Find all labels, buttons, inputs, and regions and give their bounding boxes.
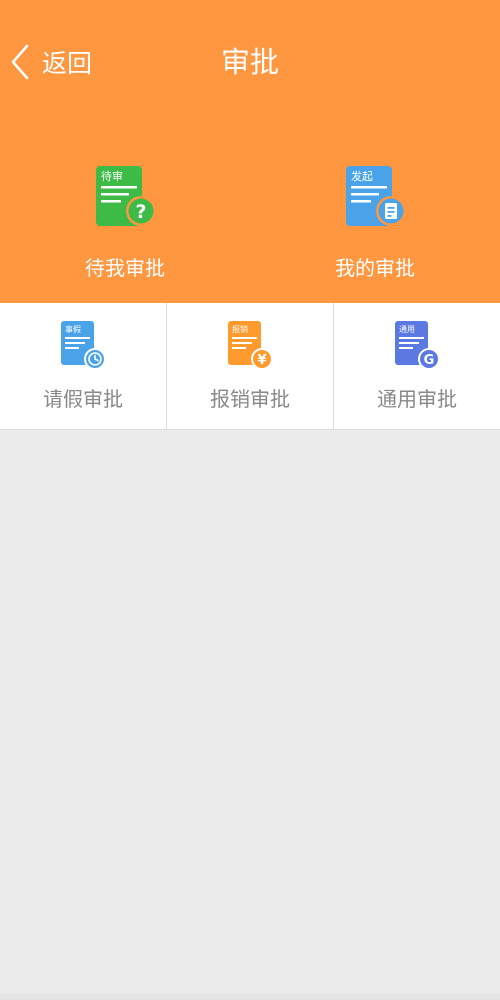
primary-tiles: 待审 ? 待我审批 发起 我的审批 (0, 160, 500, 290)
my-approval-icon: 发起 (341, 160, 411, 235)
grid-item-leave-approval[interactable]: 事假 请假审批 (0, 303, 166, 429)
tile-pending-approval-label: 待我审批 (85, 256, 165, 280)
tile-my-approval-label: 我的审批 (335, 256, 415, 280)
pending-tag: 待审 (101, 169, 123, 183)
grid-item-general-label: 通用审批 (377, 387, 457, 411)
grid-item-general-approval[interactable]: 通用 G 通用审批 (333, 303, 500, 429)
tile-my-approval[interactable]: 发起 我的审批 (250, 160, 500, 290)
grid-item-leave-label: 请假审批 (43, 387, 123, 411)
chevron-left-icon (11, 44, 29, 80)
back-button[interactable]: 返回 (10, 32, 92, 92)
general-icon: 通用 G (393, 319, 443, 375)
leave-icon: 事假 (59, 319, 109, 375)
pending-approval-icon: 待审 ? (91, 160, 161, 235)
reimburse-icon: 报销 ¥ (226, 319, 276, 375)
general-tag: 通用 (399, 324, 415, 334)
back-label: 返回 (42, 49, 93, 78)
top-bar: 返回 审批 (0, 32, 500, 92)
svg-text:?: ? (135, 201, 146, 223)
reimburse-tag: 报销 (232, 324, 248, 334)
bottom-strip (0, 994, 500, 1000)
grid-item-reimburse-label: 报销审批 (210, 387, 290, 411)
grid-item-reimburse-approval[interactable]: 报销 ¥ 报销审批 (166, 303, 333, 429)
header: 返回 审批 待审 ? 待我审批 发起 我的审批 (0, 0, 500, 303)
my-approval-tag: 发起 (351, 169, 373, 183)
leave-tag: 事假 (65, 324, 81, 334)
approval-type-grid: 事假 请假审批 报销 ¥ 报销审批 通用 G 通用审批 (0, 303, 500, 430)
svg-text:¥: ¥ (257, 353, 266, 368)
svg-text:G: G (424, 353, 435, 368)
tile-pending-approval[interactable]: 待审 ? 待我审批 (0, 160, 250, 290)
approval-page: 返回 审批 待审 ? 待我审批 发起 我的审批 事假 请假审批 报销 ¥ 报销审… (0, 0, 500, 1000)
